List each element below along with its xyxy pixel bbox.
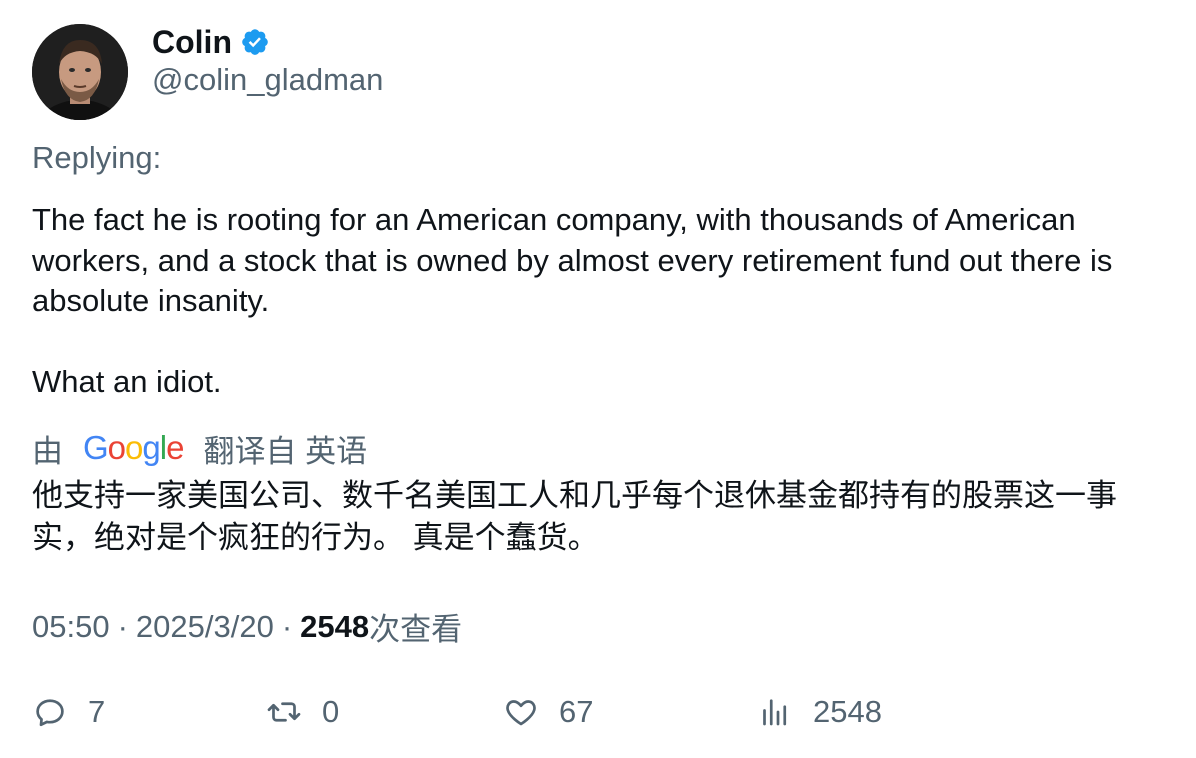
meta-separator: · — [117, 608, 128, 644]
retweet-button[interactable]: 0 — [266, 690, 339, 734]
author-display-name[interactable]: Colin — [152, 24, 232, 61]
like-button[interactable]: 67 — [503, 690, 593, 734]
translated-text: 他支持一家美国公司、数千名美国工人和几乎每个退休基金都持有的股票这一事实，绝对是… — [32, 478, 1117, 555]
views-label: 次查看 — [369, 612, 463, 647]
tweet-date[interactable]: 2025/3/20 — [136, 609, 274, 645]
tweet-body: The fact he is rooting for an American c… — [32, 200, 1172, 402]
views-button[interactable]: 2548 — [757, 690, 882, 734]
reply-count: 7 — [88, 694, 106, 729]
reply-button[interactable]: 7 — [32, 690, 105, 734]
views-action-count: 2548 — [813, 694, 882, 729]
action-bar: 7 0 67 2548 — [0, 690, 1196, 734]
like-icon — [506, 700, 536, 726]
tweet-paragraph: The fact he is rooting for an American c… — [32, 202, 1113, 318]
author-handle[interactable]: @colin_gladman — [152, 62, 383, 98]
translation-suffix: 翻译自 英语 — [203, 433, 368, 469]
replying-label: Replying: — [32, 140, 162, 175]
like-count: 67 — [559, 694, 594, 729]
translation-attribution: 由 Google 翻译自 英语 — [32, 426, 367, 470]
retweet-count: 0 — [322, 694, 340, 729]
reply-icon — [36, 699, 64, 727]
tweet-meta: 05:50 · 2025/3/20 · 2548 次查看 — [32, 604, 462, 649]
views-icon — [763, 699, 787, 726]
tweet-time[interactable]: 05:50 — [32, 609, 110, 645]
avatar[interactable] — [32, 24, 128, 120]
verified-badge-icon[interactable] — [240, 27, 270, 57]
meta-separator: · — [281, 608, 293, 644]
views-count: 2548 — [300, 608, 370, 644]
retweet-icon — [267, 702, 301, 722]
translation-prefix: 由 — [32, 433, 63, 469]
author-name-row: Colin — [152, 20, 270, 64]
tweet-paragraph: What an idiot. — [32, 363, 222, 399]
google-logo: Google — [83, 429, 184, 466]
